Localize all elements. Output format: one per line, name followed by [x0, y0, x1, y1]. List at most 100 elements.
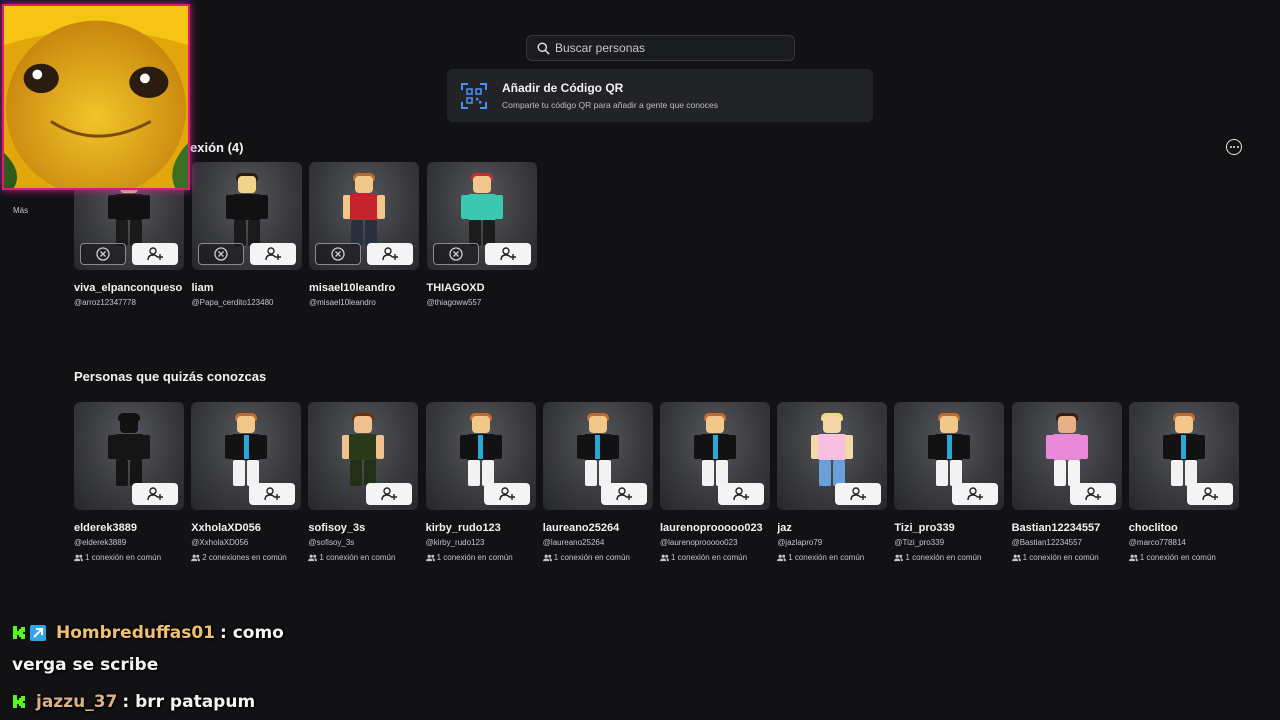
decline-request-button[interactable]	[432, 243, 479, 265]
request-card[interactable]: misael10leandro @misael10leandro	[309, 162, 419, 307]
add-friend-icon	[850, 487, 867, 501]
mutual-connections: 1 conexión en común	[894, 553, 1004, 562]
decline-request-button[interactable]	[197, 243, 244, 265]
add-friend-button[interactable]	[718, 483, 764, 505]
mutual-connections-text: 1 conexión en común	[905, 553, 982, 562]
accept-request-button[interactable]	[367, 243, 413, 265]
mutual-connections: 1 conexión en común	[1011, 553, 1122, 562]
avatar	[927, 413, 971, 492]
username-handle: @laurenoprooooo023	[660, 538, 738, 547]
username-handle: @laureano25264	[542, 538, 605, 547]
chat-text: verga se scribe	[12, 655, 159, 675]
chat-username: jazzu_37	[36, 692, 118, 712]
avatar-thumbnail[interactable]	[1011, 402, 1122, 510]
avatar	[1045, 413, 1089, 492]
display-name[interactable]: THIAGOXD	[427, 282, 537, 294]
add-friend-button[interactable]	[1186, 483, 1233, 505]
display-name[interactable]: sofisoy_3s	[308, 522, 418, 534]
display-name[interactable]: liam	[192, 282, 302, 294]
add-friend-button[interactable]	[600, 483, 647, 505]
display-name[interactable]: Tizi_pro339	[894, 522, 1004, 534]
avatar-thumbnail[interactable]	[191, 162, 302, 270]
display-name[interactable]: Bastian12234557	[1012, 522, 1122, 534]
add-friend-button[interactable]	[835, 483, 882, 505]
accept-request-button[interactable]	[132, 243, 178, 265]
add-friend-icon	[498, 487, 515, 501]
avatar-thumbnail[interactable]	[660, 402, 770, 510]
add-friend-button[interactable]	[952, 483, 999, 505]
add-by-qr-card[interactable]: Añadir de Código QR Comparte tu código Q…	[447, 69, 873, 122]
suggestion-card[interactable]: laurenoprooooo023 @laurenoprooooo023 1 con…	[660, 402, 770, 562]
verified-badge-icon	[30, 625, 46, 641]
add-friend-button[interactable]	[483, 483, 530, 505]
accept-request-button[interactable]	[249, 243, 296, 265]
requests-section-title: exión (4)	[190, 140, 244, 155]
avatar	[225, 173, 269, 252]
accept-request-button[interactable]	[484, 243, 531, 265]
search-bar[interactable]	[526, 35, 795, 61]
mutual-connections-icon	[1011, 554, 1021, 561]
add-friend-icon	[382, 247, 398, 261]
add-friend-icon	[733, 487, 749, 501]
display-name[interactable]: kirby_rudo123	[426, 522, 536, 534]
suggestion-card[interactable]: XxholaXD056 @XxholaXD056 2 conexiones en c…	[191, 402, 302, 562]
display-name[interactable]: choclitoo	[1129, 522, 1239, 534]
suggestion-card[interactable]: kirby_rudo123 @kirby_rudo123 1 conexión en…	[425, 402, 536, 562]
suggestion-card[interactable]: laureano25264 @laureano25264 1 conexión en…	[542, 402, 653, 562]
add-friend-icon	[967, 487, 984, 501]
suggestion-card[interactable]: choclitoo @marco778814 1 conexión en común	[1128, 402, 1239, 562]
display-name[interactable]: laurenoprooooo023	[660, 522, 770, 534]
avatar-thumbnail[interactable]	[191, 402, 302, 510]
chat-message-1: Hombreduffas01 : como	[12, 623, 284, 643]
request-card[interactable]: liam @Papa_cerdito123480	[191, 162, 302, 307]
display-name[interactable]: elderek3889	[74, 522, 184, 534]
mutual-connections-text: 1 conexión en común	[1139, 553, 1216, 562]
avatar-thumbnail[interactable]	[894, 402, 1005, 510]
avatar-thumbnail[interactable]	[309, 162, 419, 270]
avatar	[459, 413, 503, 492]
suggestion-card[interactable]: Tizi_pro339 @Tizi_pro339 1 conexión en com…	[894, 402, 1005, 562]
avatar-thumbnail[interactable]	[426, 162, 537, 270]
qr-code-icon	[461, 82, 487, 109]
suggestion-card[interactable]: Bastian12234557 @Bastian12234557 1 conexió…	[1011, 402, 1122, 562]
avatar-thumbnail[interactable]	[777, 402, 888, 510]
avatar-thumbnail[interactable]	[1128, 402, 1239, 510]
more-options-icon[interactable]	[1226, 139, 1242, 155]
request-card[interactable]: THIAGOXD @thiagoww557	[426, 162, 537, 307]
sidebar-more-label[interactable]: Más	[13, 206, 28, 215]
avatar-thumbnail[interactable]	[542, 402, 653, 510]
add-friend-button[interactable]	[1069, 483, 1116, 505]
mutual-connections-icon	[74, 554, 83, 561]
decline-request-button[interactable]	[80, 243, 126, 265]
search-icon	[537, 41, 550, 55]
search-input[interactable]	[555, 41, 775, 55]
username-handle: @kirby_rudo123	[425, 538, 485, 547]
display-name[interactable]: XxholaXD056	[191, 522, 301, 534]
suggestion-card[interactable]: sofisoy_3s @sofisoy_3s 1 conexión en común	[308, 402, 419, 562]
streamer-face-image	[4, 6, 188, 188]
display-name[interactable]: viva_elpanconqueso	[74, 282, 184, 294]
display-name[interactable]: jaz	[777, 522, 887, 534]
add-friend-button[interactable]	[132, 483, 178, 505]
avatar-thumbnail[interactable]	[74, 402, 184, 510]
mutual-connections: 1 conexión en común	[1128, 553, 1239, 562]
decline-icon	[96, 247, 110, 261]
chat-message-1-cont: verga se scribe	[12, 655, 158, 675]
suggestion-card[interactable]: elderek3889 @elderek3889 1 conexión en com…	[74, 402, 184, 562]
add-friend-icon	[264, 247, 281, 261]
avatar-thumbnail[interactable]	[308, 402, 419, 510]
mutual-connections-text: 1 conexión en común	[788, 553, 865, 562]
add-friend-button[interactable]	[366, 483, 413, 505]
decline-request-button[interactable]	[315, 243, 361, 265]
avatar-thumbnail[interactable]	[425, 402, 536, 510]
username-handle: @Tizi_pro339	[894, 538, 945, 547]
display-name[interactable]: misael10leandro	[309, 282, 419, 294]
username-handle: @elderek3889	[74, 538, 127, 547]
display-name[interactable]: laureano25264	[543, 522, 653, 534]
avatar	[576, 413, 620, 492]
suggestion-card[interactable]: jaz @jazlapro79 1 conexión en común	[777, 402, 888, 562]
add-friend-button[interactable]	[249, 483, 296, 505]
username-handle: @marco778814	[1128, 538, 1186, 547]
mutual-connections-text: 1 conexión en común	[1022, 553, 1099, 562]
mutual-connections-text: 1 conexión en común	[319, 553, 396, 562]
